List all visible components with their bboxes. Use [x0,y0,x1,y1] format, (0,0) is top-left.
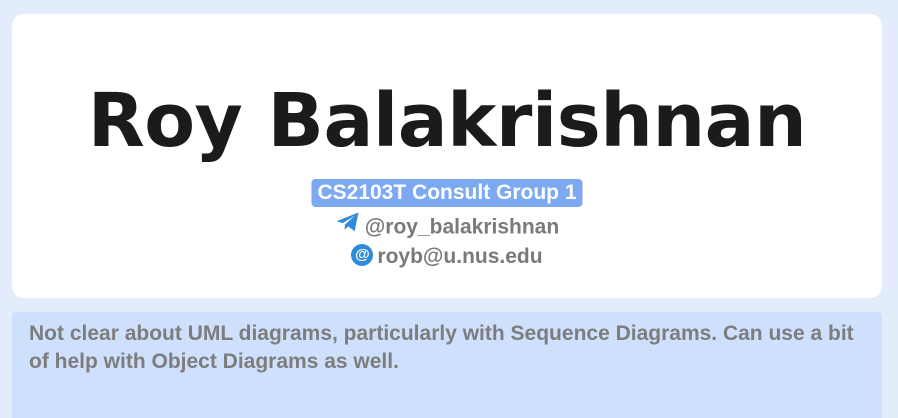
notes-text: Not clear about UML diagrams, particular… [29,322,854,373]
email-icon: @ [351,244,374,267]
telegram-icon [335,211,361,241]
group-badge: CS2103T Consult Group 1 [311,179,583,207]
email-contact[interactable]: @ royb@u.nus.edu [12,243,882,271]
telegram-contact[interactable]: @roy_balakrishnan [12,211,882,243]
person-name: Roy Balakrishnan [87,78,807,164]
telegram-handle[interactable]: @roy_balakrishnan [365,216,559,239]
email-address[interactable]: royb@u.nus.edu [377,245,542,268]
profile-card: Roy Balakrishnan CS2103T Consult Group 1… [12,14,882,298]
notes-panel: Not clear about UML diagrams, particular… [12,312,882,418]
